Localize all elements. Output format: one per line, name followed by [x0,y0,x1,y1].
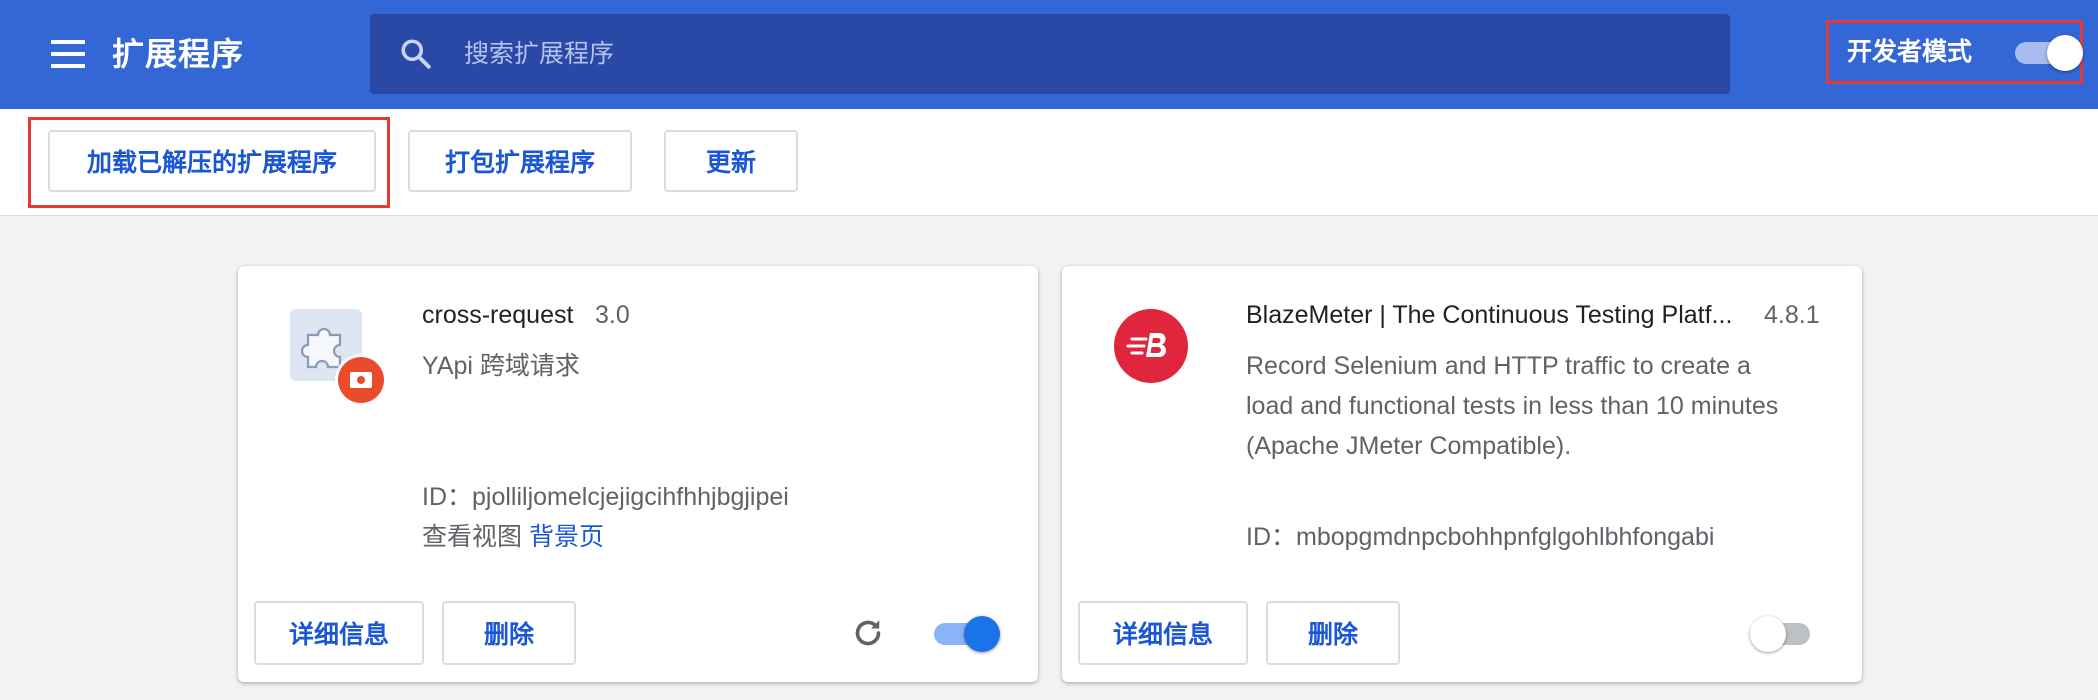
remove-button[interactable]: 删除 [1266,601,1400,665]
pack-extension-button[interactable]: 打包扩展程序 [408,130,632,192]
developer-toolbar: 加载已解压的扩展程序 打包扩展程序 更新 [0,109,2098,216]
reload-icon[interactable] [850,615,886,651]
extension-card-blazemeter: BlazeMeter | The Continuous Testing Plat… [1062,266,1862,682]
unpacked-badge-icon [338,357,384,403]
extension-id-row: ID：mbopgmdnpcbohhpnfglgohlbhfongabi [1246,517,1714,553]
description-line: load and functional tests in less than 1… [1246,392,1779,420]
page-title: 扩展程序 [112,36,245,72]
update-button[interactable]: 更新 [664,130,798,192]
blazemeter-logo-icon [1114,309,1188,383]
extension-version: 4.8.1 [1764,301,1820,329]
details-button[interactable]: 详细信息 [1078,601,1248,665]
description-line: (Apache JMeter Compatible). [1246,432,1572,460]
remove-button[interactable]: 删除 [442,601,576,665]
extension-id: pjolliljomelcjejigcihfhhjbgjipei [472,483,789,511]
extension-id-row: ID：pjolliljomelcjejigcihfhhjbgjipei [422,477,789,513]
extension-name: cross-request [422,301,574,329]
search-box[interactable] [370,14,1730,94]
extension-enable-toggle[interactable] [1750,616,1818,652]
extension-id: mbopgmdnpcbohhpnfglgohlbhfongabi [1296,523,1715,551]
search-icon [401,39,431,69]
extension-name: BlazeMeter | The Continuous Testing Plat… [1246,301,1733,329]
developer-mode-toggle[interactable] [2015,35,2083,71]
details-button[interactable]: 详细信息 [254,601,424,665]
description-line: Record Selenium and HTTP traffic to crea… [1246,352,1751,380]
extension-description: Record Selenium and HTTP traffic to crea… [1246,346,1826,466]
extension-enable-toggle[interactable] [934,616,1002,652]
search-input[interactable] [462,14,1692,94]
extension-views-row: 查看视图 背景页 [422,517,604,553]
inspect-views-label: 查看视图 [422,523,523,551]
extension-card-cross-request: cross-request 3.0 YApi 跨域请求 ID：pjolliljo… [238,266,1038,682]
extension-id-label: ID： [1246,523,1297,551]
app-header: 扩展程序 开发者模式 [0,0,2098,109]
developer-mode-highlight: 开发者模式 [1826,20,2083,84]
extension-version: 3.0 [595,301,630,329]
background-page-link[interactable]: 背景页 [529,523,604,551]
load-unpacked-button[interactable]: 加载已解压的扩展程序 [48,130,376,192]
extension-description: YApi 跨域请求 [422,352,580,380]
developer-mode-label: 开发者模式 [1847,38,1973,66]
extension-id-label: ID： [422,483,473,511]
hamburger-menu-icon[interactable] [44,32,92,76]
